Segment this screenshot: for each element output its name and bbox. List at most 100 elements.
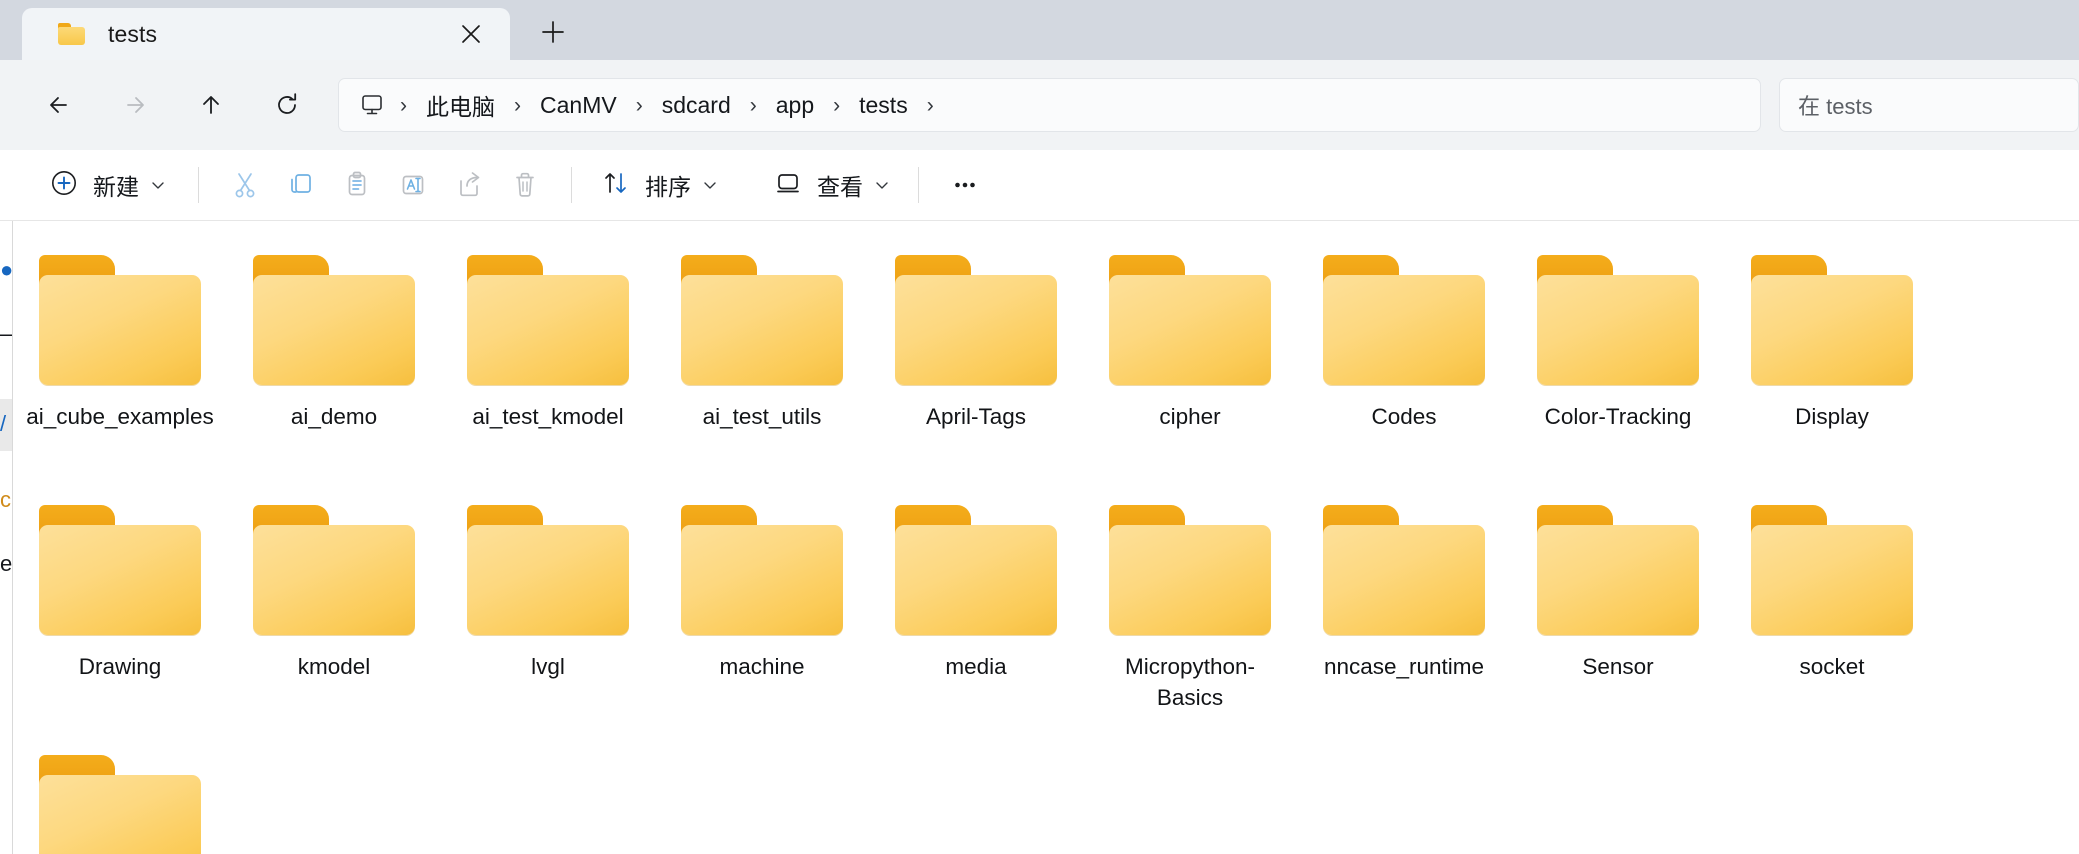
- copy-button[interactable]: [273, 161, 329, 209]
- file-item[interactable]: Color-Tracking: [1511, 239, 1725, 489]
- back-button[interactable]: [32, 78, 86, 132]
- file-item-label: ai_test_utils: [702, 404, 822, 429]
- tab-tests[interactable]: tests: [22, 8, 510, 60]
- file-item[interactable]: ai_test_kmodel: [441, 239, 655, 489]
- breadcrumb-item-this-pc[interactable]: 此电脑: [416, 84, 505, 126]
- file-item-label: machine: [719, 654, 805, 679]
- tab-strip: tests: [0, 0, 2079, 60]
- sidebar-item-fragment[interactable]: /: [0, 411, 12, 437]
- up-button[interactable]: [184, 78, 238, 132]
- folder-icon: [1320, 505, 1488, 637]
- breadcrumb-item-sdcard[interactable]: sdcard: [652, 88, 741, 123]
- file-item-label: ai_cube_examples: [26, 404, 214, 429]
- file-item[interactable]: ai_test_utils: [655, 239, 869, 489]
- close-icon[interactable]: [454, 17, 488, 51]
- file-item-label: lvgl: [531, 654, 565, 679]
- delete-button[interactable]: [497, 161, 553, 209]
- new-tab-button[interactable]: [534, 13, 572, 51]
- file-item-label: kmodel: [297, 654, 371, 679]
- file-item-label: cipher: [1159, 404, 1221, 429]
- toolbar-divider: [918, 167, 919, 203]
- file-item[interactable]: ai_demo: [227, 239, 441, 489]
- address-bar[interactable]: › 此电脑 › CanMV › sdcard › app › tests ›: [338, 78, 1761, 132]
- paste-icon: [340, 168, 374, 202]
- paste-button[interactable]: [329, 161, 385, 209]
- folder-icon: [892, 255, 1060, 387]
- chevron-down-icon: [874, 177, 890, 193]
- file-item[interactable]: April-Tags: [869, 239, 1083, 489]
- folder-icon: [1320, 255, 1488, 387]
- file-item-label: Codes: [1371, 404, 1437, 429]
- breadcrumb-separator[interactable]: ›: [391, 95, 416, 116]
- navigation-bar: › 此电脑 › CanMV › sdcard › app › tests › 在…: [0, 60, 2079, 150]
- file-item[interactable]: Sensor: [1511, 489, 1725, 739]
- folder-icon: [36, 755, 204, 854]
- scissors-icon: [228, 168, 262, 202]
- search-input[interactable]: 在 tests: [1798, 89, 1873, 121]
- chevron-down-icon: [702, 177, 718, 193]
- rename-button[interactable]: [385, 161, 441, 209]
- file-item-label: socket: [1799, 654, 1865, 679]
- sidebar-item-fragment[interactable]: c: [0, 487, 12, 513]
- file-item-label: Color-Tracking: [1544, 404, 1692, 429]
- toolbar-divider: [571, 167, 572, 203]
- cut-button[interactable]: [217, 161, 273, 209]
- trash-icon: [508, 168, 542, 202]
- view-button-label: 查看: [817, 174, 863, 200]
- share-icon: [452, 168, 486, 202]
- view-monitor-icon: [772, 167, 804, 204]
- breadcrumb-item-app[interactable]: app: [766, 88, 824, 123]
- view-button[interactable]: 查看: [762, 161, 900, 209]
- file-item[interactable]: ai_cube_examples: [13, 239, 227, 489]
- chevron-down-icon: [150, 177, 166, 193]
- file-item-label: Sensor: [1582, 654, 1654, 679]
- file-item[interactable]: lvgl: [441, 489, 655, 739]
- more-options-button[interactable]: [937, 161, 993, 209]
- file-item[interactable]: utils: [13, 739, 227, 854]
- folder-icon: [678, 505, 846, 637]
- folder-icon: [58, 23, 85, 45]
- file-item-label: nncase_runtime: [1323, 654, 1485, 679]
- folder-icon: [678, 255, 846, 387]
- folder-icon: [1106, 505, 1274, 637]
- folder-icon: [1106, 255, 1274, 387]
- rename-icon: [396, 168, 430, 202]
- sort-arrows-icon: [600, 167, 632, 204]
- file-item[interactable]: kmodel: [227, 489, 441, 739]
- file-item[interactable]: machine: [655, 489, 869, 739]
- file-item[interactable]: Codes: [1297, 239, 1511, 489]
- forward-button[interactable]: [108, 78, 162, 132]
- search-box[interactable]: 在 tests: [1779, 78, 2079, 132]
- copy-icon: [284, 168, 318, 202]
- file-item[interactable]: socket: [1725, 489, 1939, 739]
- file-item[interactable]: media: [869, 489, 1083, 739]
- breadcrumb-separator[interactable]: ›: [627, 95, 652, 116]
- breadcrumb-separator[interactable]: ›: [824, 95, 849, 116]
- tab-title: tests: [108, 20, 158, 47]
- breadcrumb-separator-trailing[interactable]: ›: [918, 95, 943, 116]
- file-item[interactable]: cipher: [1083, 239, 1297, 489]
- command-bar: 新建 排序 查看: [0, 150, 2079, 221]
- sort-button[interactable]: 排序: [590, 161, 728, 209]
- file-item-label: ai_demo: [290, 404, 378, 429]
- file-item-label: media: [945, 654, 1007, 679]
- file-item[interactable]: Drawing: [13, 489, 227, 739]
- this-pc-icon[interactable]: [359, 93, 385, 117]
- sidebar-item-fragment[interactable]: ●: [0, 257, 12, 283]
- sidebar-item-fragment[interactable]: —: [0, 321, 12, 347]
- file-item[interactable]: Micropython-Basics: [1083, 489, 1297, 739]
- breadcrumb-separator[interactable]: ›: [741, 95, 766, 116]
- breadcrumb-item-tests[interactable]: tests: [849, 88, 918, 123]
- folder-icon: [250, 505, 418, 637]
- breadcrumb-item-canmv[interactable]: CanMV: [530, 88, 627, 123]
- navigation-pane-clipped[interactable]: ● — / c e: [0, 221, 13, 854]
- content-area: ● — / c e ai_cube_examples ai_demo ai_te…: [0, 221, 2079, 854]
- share-button[interactable]: [441, 161, 497, 209]
- refresh-button[interactable]: [260, 78, 314, 132]
- folder-icon: [464, 505, 632, 637]
- breadcrumb-separator[interactable]: ›: [505, 95, 530, 116]
- file-item[interactable]: nncase_runtime: [1297, 489, 1511, 739]
- file-item[interactable]: Display: [1725, 239, 1939, 489]
- sidebar-item-fragment[interactable]: e: [0, 551, 12, 577]
- new-button[interactable]: 新建: [38, 161, 180, 209]
